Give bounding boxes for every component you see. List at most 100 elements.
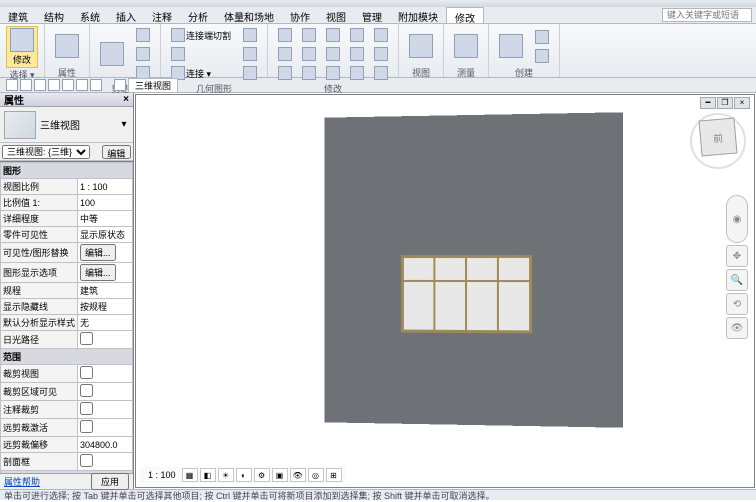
sectbox-checkbox[interactable]: [80, 454, 93, 467]
detail-level-icon[interactable]: ▦: [182, 468, 198, 482]
rotate-button[interactable]: [274, 45, 296, 63]
menu-item[interactable]: 分析: [180, 7, 216, 23]
wall-3d[interactable]: [324, 112, 622, 427]
edit-button[interactable]: 编辑...: [80, 264, 116, 281]
align-button[interactable]: [274, 26, 296, 44]
close-icon[interactable]: ×: [123, 94, 129, 105]
cropvis-checkbox[interactable]: [80, 384, 93, 397]
properties-help-link[interactable]: 属性帮助: [4, 475, 40, 488]
switch-icon[interactable]: [62, 79, 74, 91]
search-input[interactable]: [662, 8, 752, 22]
prop-value[interactable]: 编辑...: [78, 243, 133, 263]
prop-value[interactable]: 按规程: [78, 299, 133, 315]
edit-type-button[interactable]: 编辑类型: [102, 145, 131, 159]
type-selector[interactable]: 三维视图 ▾: [0, 107, 133, 143]
panel-header[interactable]: 属性 ×: [0, 93, 133, 107]
copy2-button[interactable]: [346, 26, 368, 44]
farclip-checkbox[interactable]: [80, 420, 93, 433]
hide-icon[interactable]: 👁: [290, 468, 306, 482]
delete-button[interactable]: [322, 64, 344, 82]
pin-button[interactable]: [274, 64, 296, 82]
trim-button[interactable]: [298, 45, 320, 63]
prop-value[interactable]: 中等: [78, 211, 133, 227]
prop-value[interactable]: [78, 331, 133, 349]
section-icon[interactable]: [114, 79, 126, 91]
menu-item[interactable]: 结构: [36, 7, 72, 23]
menu-item[interactable]: 视图: [318, 7, 354, 23]
unpin-button[interactable]: [298, 64, 320, 82]
mod1-button[interactable]: [346, 64, 368, 82]
move-button[interactable]: [298, 26, 320, 44]
reveal-icon[interactable]: ◎: [308, 468, 324, 482]
crop-icon[interactable]: ▣: [272, 468, 288, 482]
sunpath-checkbox[interactable]: [80, 332, 93, 345]
chevron-down-icon[interactable]: ▾: [119, 119, 129, 130]
viewcube[interactable]: 前: [690, 113, 746, 169]
prop-value[interactable]: 显示原状态: [78, 227, 133, 243]
offset-button[interactable]: [322, 26, 344, 44]
crop-checkbox[interactable]: [80, 366, 93, 379]
prop-value[interactable]: [78, 419, 133, 437]
viewport-3d[interactable]: ━ ❐ × 前 ◉ ✥ 🔍 ⟲ 👁 1 : 100 ▦ ◧: [135, 94, 755, 488]
split-button[interactable]: [322, 45, 344, 63]
shadows-icon[interactable]: ◐: [236, 468, 252, 482]
modify-button[interactable]: 修改: [6, 26, 38, 68]
prop-value[interactable]: [78, 383, 133, 401]
menu-item[interactable]: 建筑: [0, 7, 36, 23]
prop-value[interactable]: 1 : 100: [78, 179, 133, 195]
sun-path-icon[interactable]: ☀: [218, 468, 234, 482]
create-button[interactable]: [495, 32, 527, 60]
measure-button[interactable]: [450, 32, 482, 60]
canvas[interactable]: [136, 95, 754, 487]
view-scale[interactable]: 1 : 100: [144, 470, 180, 480]
prop-value[interactable]: 304800.0: [78, 437, 133, 453]
array-button[interactable]: [346, 45, 368, 63]
anno-checkbox[interactable]: [80, 402, 93, 415]
geom2-button[interactable]: [239, 45, 261, 63]
menu-item[interactable]: 管理: [354, 7, 390, 23]
menu-item[interactable]: 协作: [282, 7, 318, 23]
edit-button[interactable]: 编辑...: [80, 244, 116, 261]
prop-value[interactable]: 无: [78, 315, 133, 331]
visual-style-icon[interactable]: ◧: [200, 468, 216, 482]
prop-value[interactable]: 建筑: [78, 283, 133, 299]
prop-value[interactable]: [78, 401, 133, 419]
prop-value[interactable]: 100: [78, 195, 133, 211]
c1-button[interactable]: [531, 28, 553, 46]
menu-item-modify[interactable]: 修改: [446, 7, 484, 23]
orbit-icon[interactable]: ⟲: [726, 293, 748, 315]
cut-geom-button[interactable]: [167, 45, 235, 63]
prop-value[interactable]: [78, 365, 133, 383]
menu-item[interactable]: 体量和场地: [216, 7, 282, 23]
view-button[interactable]: [405, 32, 437, 60]
viewcube-face[interactable]: 前: [698, 117, 737, 156]
render-icon[interactable]: ⚙: [254, 468, 270, 482]
prop-value[interactable]: [78, 453, 133, 471]
view-tab-3d[interactable]: 三维视图: [128, 78, 178, 93]
apply-button[interactable]: 应用: [91, 473, 129, 490]
cascade-icon[interactable]: [20, 79, 32, 91]
menu-item[interactable]: 系统: [72, 7, 108, 23]
paste-button[interactable]: [96, 40, 128, 68]
mirror-button[interactable]: [370, 26, 392, 44]
scale-button[interactable]: [370, 45, 392, 63]
constraints-icon[interactable]: ⊞: [326, 468, 342, 482]
cope-button[interactable]: 连接端切割: [167, 26, 235, 44]
cut-button[interactable]: [132, 26, 154, 44]
filter-icon[interactable]: [92, 145, 100, 159]
menu-item[interactable]: 注释: [144, 7, 180, 23]
menu-item[interactable]: 附加模块: [390, 7, 446, 23]
close-hidden-icon[interactable]: [48, 79, 60, 91]
family-type-select[interactable]: 三维视图: {三维}: [2, 145, 90, 159]
geom3-button[interactable]: [239, 64, 261, 82]
c2-button[interactable]: [531, 47, 553, 65]
replicate-icon[interactable]: [76, 79, 88, 91]
prop-value[interactable]: 编辑...: [78, 263, 133, 283]
look-icon[interactable]: 👁: [726, 317, 748, 339]
tabview-icon[interactable]: [34, 79, 46, 91]
mod2-button[interactable]: [370, 64, 392, 82]
tile-icon[interactable]: [6, 79, 18, 91]
geom1-button[interactable]: [239, 26, 261, 44]
steering-wheel-icon[interactable]: ◉: [726, 195, 748, 243]
pan-icon[interactable]: ✥: [726, 245, 748, 267]
